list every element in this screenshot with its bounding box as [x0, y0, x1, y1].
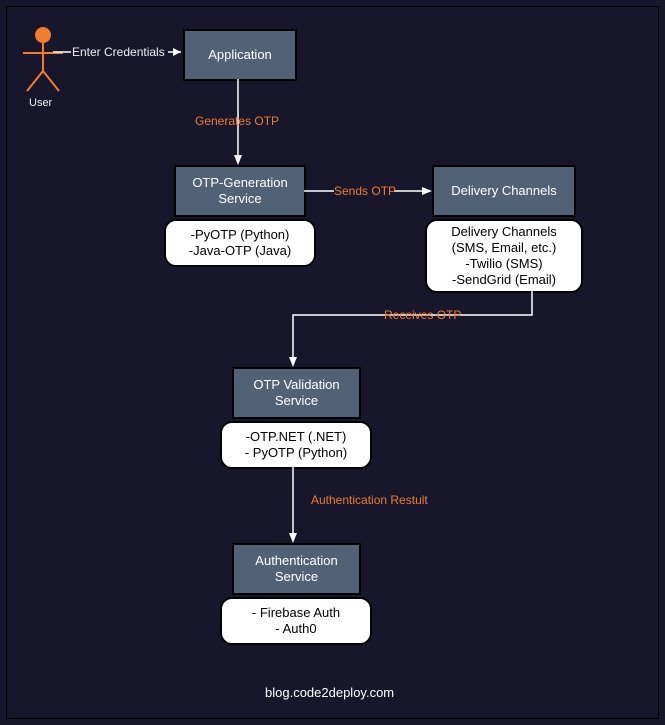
delivery-channels-node: Delivery Channels: [432, 165, 576, 217]
authentication-detail-1: - Firebase Auth: [252, 605, 340, 621]
otp-generation-node: OTP-Generation Service: [174, 165, 306, 217]
auth-result-arrow-icon: [278, 467, 308, 547]
otp-validation-detail-2: - PyOTP (Python): [245, 445, 347, 461]
application-node: Application: [183, 29, 297, 81]
otp-validation-title-2: Service: [275, 393, 318, 409]
authentication-node: Authentication Service: [232, 543, 361, 595]
authentication-title-2: Service: [275, 569, 318, 585]
receives-otp-label: Receives OTP: [384, 308, 461, 322]
authentication-detail-2: - Auth0: [275, 621, 316, 637]
otp-generation-detail-1: -PyOTP (Python): [191, 227, 290, 243]
footer-text: blog.code2deploy.com: [265, 685, 394, 700]
enter-credentials-label: Enter Credentials: [72, 45, 165, 59]
user-actor-label: User: [29, 97, 52, 109]
otp-generation-title-2: Service: [218, 191, 261, 207]
delivery-channels-title: Delivery Channels: [451, 183, 557, 199]
delivery-detail-3: -Twilio (SMS): [465, 256, 542, 272]
authentication-title-1: Authentication: [255, 553, 337, 569]
sends-otp-label: Sends OTP: [334, 184, 396, 198]
otp-validation-detail-1: -OTP.NET (.NET): [246, 429, 347, 445]
generates-otp-label: Generates OTP: [195, 114, 279, 128]
delivery-detail-2: (SMS, Email, etc.): [452, 240, 557, 256]
delivery-channels-details: Delivery Channels (SMS, Email, etc.) -Tw…: [425, 219, 583, 293]
application-title: Application: [208, 47, 272, 63]
otp-validation-title-1: OTP Validation: [253, 377, 339, 393]
auth-result-label: Authentication Restult: [311, 493, 428, 507]
otp-validation-node: OTP Validation Service: [232, 367, 361, 419]
otp-generation-detail-2: -Java-OTP (Java): [189, 243, 291, 259]
otp-generation-title-1: OTP-Generation: [192, 175, 287, 191]
delivery-detail-1: Delivery Channels: [451, 224, 557, 240]
authentication-details: - Firebase Auth - Auth0: [220, 597, 372, 645]
otp-validation-details: -OTP.NET (.NET) - PyOTP (Python): [220, 421, 372, 469]
delivery-detail-4: -SendGrid (Email): [452, 272, 556, 288]
otp-generation-details: -PyOTP (Python) -Java-OTP (Java): [164, 219, 316, 267]
diagram-frame: User Enter Credentials Application Gener…: [6, 6, 659, 719]
user-actor-icon: [13, 25, 73, 105]
